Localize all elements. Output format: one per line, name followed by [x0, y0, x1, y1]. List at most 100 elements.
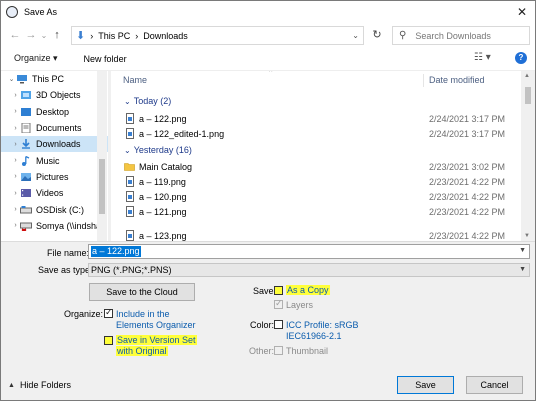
save-button[interactable]: Save: [397, 376, 454, 394]
chevron-down-icon[interactable]: ⌄: [124, 97, 131, 106]
list-item[interactable]: a – 122_edited-1.png 2/24/2021 3:17 PM: [111, 126, 521, 141]
desktop-icon: [21, 107, 31, 116]
downloads-folder-icon: ⬇: [76, 30, 86, 42]
list-item[interactable]: a – 123.png 2/23/2021 4:22 PM: [111, 228, 521, 241]
scrollbar-thumb[interactable]: [99, 159, 105, 214]
organize-menu[interactable]: Organize ▾: [14, 53, 58, 64]
chevron-right-icon[interactable]: ›: [11, 222, 20, 229]
icc-profile-label-line2: IEC61966-2.1: [286, 331, 342, 341]
tree-item-3d-objects[interactable]: › 3D Objects: [1, 87, 108, 103]
breadcrumb-downloads[interactable]: Downloads: [143, 31, 188, 41]
file-name: a – 123.png: [139, 230, 187, 241]
view-options-icon[interactable]: ☷ ▾: [474, 52, 491, 63]
layers-label: Layers: [286, 300, 314, 310]
list-item[interactable]: a – 122.png 2/24/2021 3:17 PM: [111, 111, 521, 126]
save-as-type-select[interactable]: PNG (*.PNG;*.PNS) ▼: [88, 263, 530, 277]
image-file-icon: [126, 113, 134, 124]
pictures-icon: [21, 172, 31, 181]
tree-item-label: This PC: [32, 74, 65, 85]
chevron-down-icon[interactable]: ⌄: [7, 75, 16, 83]
chevron-right-icon[interactable]: ›: [11, 141, 20, 148]
command-toolbar: Organize ▾ New folder ☷ ▾ ?: [1, 47, 535, 71]
color-label: Color:: [250, 320, 275, 330]
icc-profile-checkbox[interactable]: [274, 320, 283, 329]
as-a-copy-label: As a Copy: [286, 285, 330, 295]
file-list: ^ Name Date modified ⌄ Today (2) a – 122.…: [111, 71, 521, 241]
chevron-right-icon[interactable]: ›: [11, 108, 20, 115]
file-date: 2/23/2021 4:22 PM: [429, 206, 506, 217]
refresh-icon[interactable]: ↻: [368, 26, 386, 45]
file-list-header: ^ Name Date modified: [111, 71, 521, 89]
scroll-down-arrow-icon[interactable]: ▼: [524, 233, 530, 239]
tree-item-desktop[interactable]: › Desktop: [1, 104, 108, 120]
group-header-yesterday[interactable]: ⌄ Yesterday (16): [124, 145, 192, 155]
tree-item-this-pc[interactable]: ⌄ This PC: [1, 71, 108, 87]
file-name-value: a – 122.png: [91, 246, 141, 257]
file-name: a – 122_edited-1.png: [139, 128, 225, 139]
drive-icon: [20, 205, 32, 214]
help-icon[interactable]: ?: [515, 52, 527, 64]
hide-folders-toggle[interactable]: ▲ Hide Folders: [8, 380, 71, 390]
tree-item-videos[interactable]: › Videos: [1, 185, 108, 201]
list-item[interactable]: a – 121.png 2/23/2021 4:22 PM: [111, 204, 521, 219]
column-divider[interactable]: [423, 74, 424, 87]
breadcrumb-sep: ›: [90, 30, 94, 41]
chevron-right-icon[interactable]: ›: [11, 190, 20, 197]
group-header-today[interactable]: ⌄ Today (2): [124, 96, 171, 106]
chevron-right-icon[interactable]: ›: [11, 206, 20, 213]
list-item[interactable]: Main Catalog 2/23/2021 3:02 PM: [111, 159, 521, 174]
close-icon[interactable]: ✕: [517, 5, 527, 19]
scrollbar-thumb[interactable]: [525, 87, 531, 104]
back-icon[interactable]: ←: [7, 29, 23, 41]
chevron-right-icon[interactable]: ›: [11, 173, 20, 180]
column-header-name[interactable]: Name: [123, 75, 147, 85]
search-placeholder: Search Downloads: [415, 30, 491, 41]
chevron-down-icon[interactable]: ⌄: [124, 146, 131, 155]
scroll-up-arrow-icon[interactable]: ▲: [524, 73, 530, 79]
file-date: 2/23/2021 4:22 PM: [429, 191, 506, 202]
breadcrumb-this-pc[interactable]: This PC: [98, 31, 130, 41]
file-list-scrollbar[interactable]: ▲ ▼: [522, 71, 534, 241]
tree-item-somya[interactable]: › Somya (\\indsha: [1, 218, 108, 234]
tree-scrollbar[interactable]: [97, 71, 107, 241]
list-item[interactable]: a – 119.png 2/23/2021 4:22 PM: [111, 174, 521, 189]
address-bar[interactable]: ⬇ › This PC › Downloads ⌄: [71, 26, 364, 45]
new-folder-button[interactable]: New folder: [84, 54, 127, 64]
column-header-date[interactable]: Date modified: [429, 75, 485, 85]
save-as-type-label: Save as type:: [38, 265, 93, 275]
chevron-right-icon[interactable]: ›: [11, 125, 20, 132]
save-as-type-value: PNG (*.PNG;*.PNS): [91, 265, 172, 275]
breadcrumb-sep: ›: [135, 30, 139, 41]
file-name-field[interactable]: a – 122.png ▼: [88, 244, 530, 259]
tree-item-pictures[interactable]: › Pictures: [1, 169, 108, 185]
tree-item-documents[interactable]: › Documents: [1, 120, 108, 136]
list-item[interactable]: a – 120.png 2/23/2021 4:22 PM: [111, 189, 521, 204]
navigation-bar: ← → ⌄ ↑ ⬇ › This PC › Downloads ⌄ ↻ ⚲ Se…: [1, 23, 535, 47]
tree-item-osdisk[interactable]: › OSDisk (C:): [1, 201, 108, 217]
recent-locations-icon[interactable]: ⌄: [39, 31, 49, 40]
version-set-checkbox[interactable]: [104, 336, 113, 345]
include-organizer-label-line2: Elements Organizer: [116, 320, 196, 330]
chevron-right-icon[interactable]: ›: [11, 157, 20, 164]
file-name: Main Catalog: [139, 161, 193, 172]
up-icon[interactable]: ↑: [49, 29, 65, 41]
tree-item-downloads[interactable]: › Downloads: [1, 136, 108, 153]
tree-item-music[interactable]: › Music: [1, 152, 108, 168]
as-a-copy-checkbox[interactable]: [274, 286, 283, 295]
tree-item-label: Somya (\\indsha: [36, 220, 102, 231]
title-bar: Save As ✕: [1, 1, 535, 23]
forward-icon[interactable]: →: [23, 29, 39, 41]
other-label: Other:: [249, 346, 275, 356]
tree-item-label: 3D Objects: [36, 90, 81, 101]
chevron-down-icon[interactable]: ⌄: [352, 31, 359, 40]
image-file-icon: [126, 206, 134, 217]
save-to-cloud-button[interactable]: Save to the Cloud: [89, 283, 195, 301]
chevron-down-icon[interactable]: ▼: [519, 247, 526, 254]
chevron-right-icon[interactable]: ›: [11, 92, 20, 99]
file-date: 2/23/2021 3:02 PM: [429, 161, 506, 172]
search-input[interactable]: ⚲ Search Downloads: [392, 26, 530, 45]
include-organizer-checkbox[interactable]: [104, 307, 113, 318]
file-name: a – 121.png: [139, 206, 187, 217]
cancel-button[interactable]: Cancel: [466, 376, 523, 394]
chevron-down-icon[interactable]: ▼: [519, 264, 526, 276]
